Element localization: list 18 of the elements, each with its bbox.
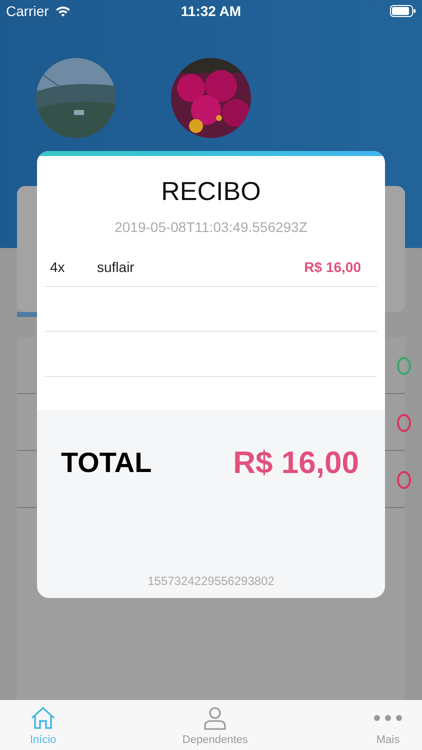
- total-amount: R$ 16,00: [233, 445, 359, 481]
- carrier-label: Carrier: [6, 3, 49, 19]
- receipt-code: 1557324229556293802: [148, 574, 274, 588]
- more-icon: [374, 715, 402, 721]
- receipt-timestamp: 2019-05-08T11:03:49.556293Z: [114, 219, 308, 235]
- person-icon: [203, 706, 228, 730]
- wifi-icon: [54, 5, 71, 17]
- item-price: R$ 16,00: [304, 259, 362, 275]
- item-name: suflair: [97, 259, 136, 275]
- tab-item[interactable]: Início: [30, 700, 56, 750]
- receipt-title: RECIBO: [161, 176, 261, 207]
- clock-time: 11:32 AM: [180, 3, 242, 19]
- total-label: TOTAL: [61, 447, 152, 479]
- battery-icon: [390, 5, 416, 17]
- home-icon: [30, 706, 56, 730]
- tab-item[interactable]: Mais: [374, 700, 402, 750]
- tab-item[interactable]: Dependentes: [182, 700, 248, 750]
- item-quantity: 4x: [49, 259, 66, 275]
